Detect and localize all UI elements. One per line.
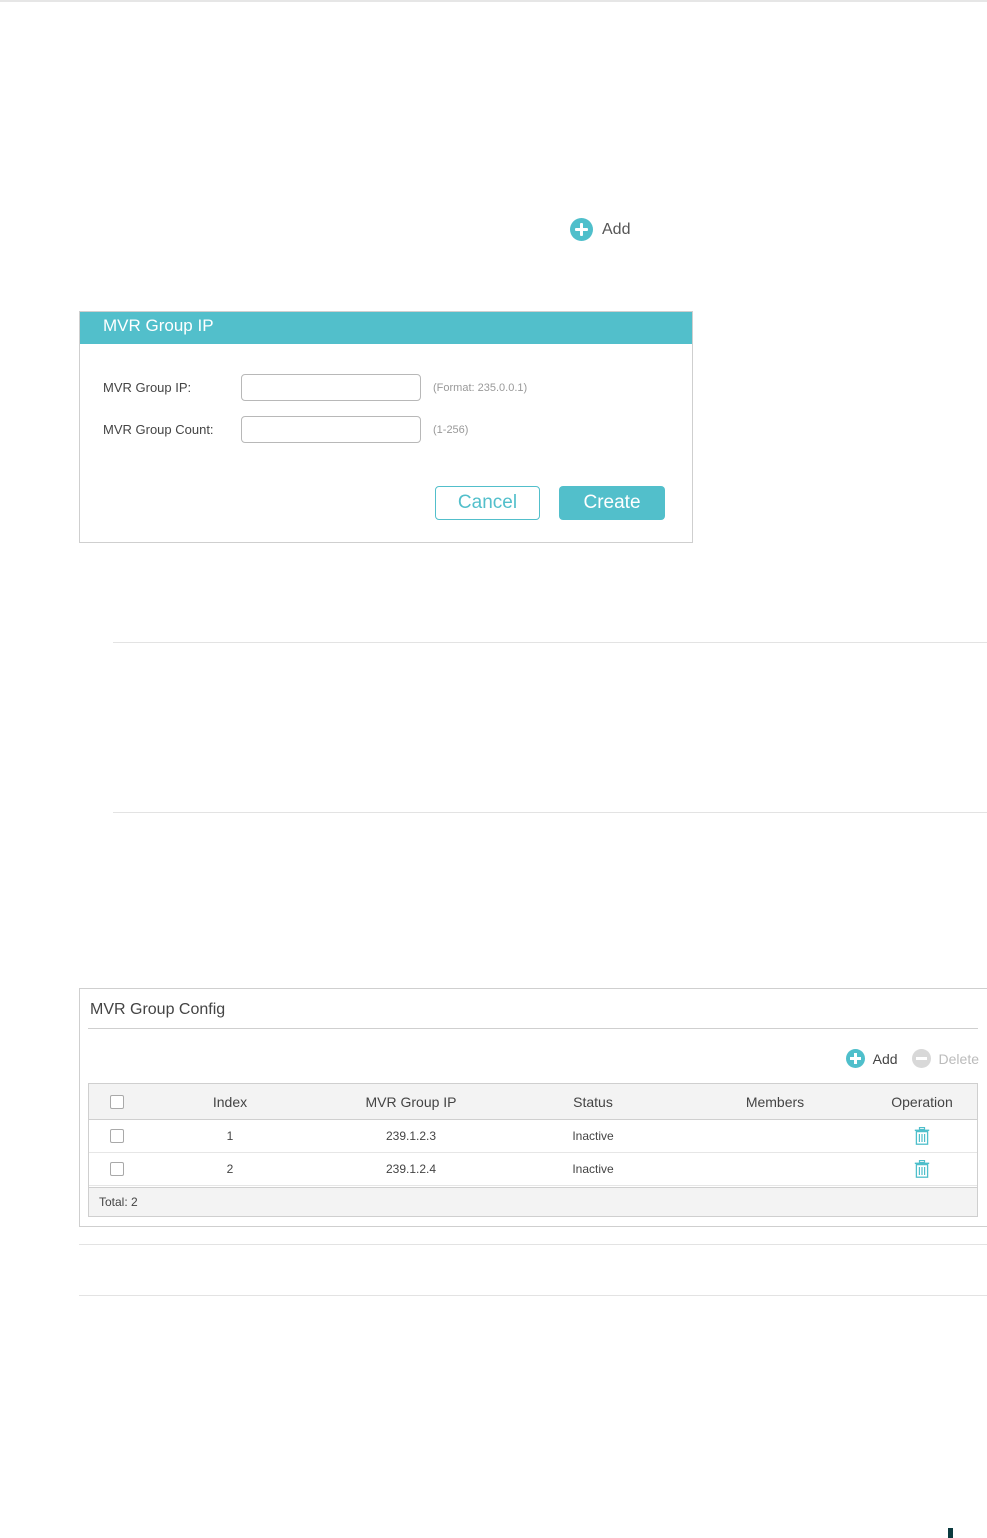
divider [113, 812, 987, 813]
column-header-members: Members [745, 1093, 805, 1110]
column-header-index: Index [212, 1093, 248, 1110]
panel-title: MVR Group Config [90, 1001, 226, 1018]
plus-circle-icon [845, 1049, 865, 1068]
add-button-label: Add [602, 220, 631, 238]
group-count-input[interactable] [241, 416, 421, 443]
row-delete-button[interactable] [914, 1120, 930, 1152]
column-header-status: Status [573, 1093, 613, 1110]
table-row: 2 239.1.2.4 Inactive [89, 1153, 977, 1186]
row-status: Inactive [572, 1129, 614, 1143]
group-ip-hint: (Format: 235.0.0.1) [433, 381, 528, 394]
column-header-operation: Operation [891, 1093, 953, 1110]
divider [79, 1244, 987, 1245]
group-count-row: MVR Group Count: (1-256) [103, 416, 468, 443]
header-checkbox-cell [110, 1084, 124, 1119]
row-checkbox[interactable] [110, 1162, 124, 1176]
row-group-ip: 239.1.2.4 [385, 1162, 437, 1176]
row-index: 1 [226, 1129, 234, 1143]
table-header: Index MVR Group IP Status Members Operat… [89, 1084, 977, 1120]
group-ip-row: MVR Group IP: (Format: 235.0.0.1) [103, 374, 527, 401]
trash-icon [914, 1160, 930, 1178]
group-ip-label: MVR Group IP: [103, 380, 192, 395]
group-count-label: MVR Group Count: [103, 422, 214, 437]
column-header-group-ip: MVR Group IP [365, 1093, 457, 1110]
add-button[interactable]: Add [570, 218, 630, 241]
minus-circle-icon [911, 1049, 931, 1068]
page-corner-mark [948, 1528, 953, 1538]
mvr-group-config-panel: MVR Group Config Add Delete Index MVR Gr… [79, 988, 987, 1227]
row-delete-button[interactable] [914, 1153, 930, 1185]
group-count-hint: (1-256) [433, 423, 469, 436]
dialog-title: MVR Group IP [80, 312, 692, 344]
table-add-button[interactable]: Add [845, 1049, 898, 1068]
table-add-label: Add [872, 1050, 898, 1067]
row-checkbox[interactable] [110, 1129, 124, 1143]
table-delete-button[interactable]: Delete [911, 1049, 979, 1068]
trash-icon [914, 1127, 930, 1145]
table-row: 1 239.1.2.3 Inactive [89, 1120, 977, 1153]
plus-circle-icon [570, 218, 593, 241]
row-index: 2 [226, 1162, 234, 1176]
row-checkbox-cell [110, 1120, 124, 1152]
panel-title-divider [88, 1028, 978, 1029]
mvr-group-ip-dialog: MVR Group IP MVR Group IP: (Format: 235.… [79, 311, 693, 543]
divider [79, 1295, 987, 1296]
row-group-ip: 239.1.2.3 [385, 1129, 437, 1143]
divider [113, 642, 987, 643]
top-divider [0, 0, 987, 2]
table-delete-label: Delete [938, 1050, 979, 1067]
select-all-checkbox[interactable] [110, 1094, 124, 1109]
table-toolbar: Add Delete [845, 1049, 979, 1068]
cancel-button[interactable]: Cancel [435, 486, 540, 520]
table-footer-total: Total: 2 [89, 1187, 977, 1216]
group-ip-input[interactable] [241, 374, 421, 401]
row-status: Inactive [572, 1162, 614, 1176]
row-checkbox-cell [110, 1153, 124, 1185]
create-button[interactable]: Create [559, 486, 665, 520]
mvr-group-table: Index MVR Group IP Status Members Operat… [88, 1083, 978, 1217]
